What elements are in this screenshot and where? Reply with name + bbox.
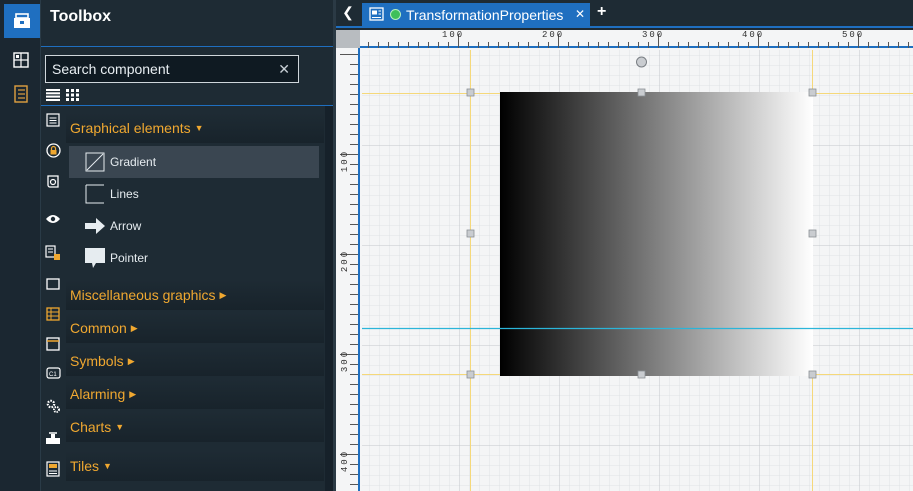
horizontal-ruler: 100 200 300 400 500 xyxy=(358,30,913,48)
search-component-input[interactable] xyxy=(46,56,298,82)
section-graphical-elements[interactable]: Graphical elements ▼ xyxy=(66,113,324,143)
caret-right-icon: ▶ xyxy=(130,323,138,333)
ruler-label: 500 xyxy=(842,30,865,40)
tool-item-arrow[interactable]: Arrow xyxy=(69,210,319,242)
search-box: ✕ xyxy=(45,55,299,83)
toolbox-activity-button[interactable] xyxy=(4,4,40,38)
ruler-label: 200 xyxy=(340,249,351,273)
tool-item-gradient[interactable]: Gradient xyxy=(69,146,319,178)
ruler-label: 300 xyxy=(642,30,665,40)
section-charts[interactable]: Charts ▼ xyxy=(66,412,324,442)
vertical-ruler: 100 200 300 400 xyxy=(336,48,360,491)
resize-handle[interactable] xyxy=(637,88,646,97)
faceplate-icon[interactable] xyxy=(45,245,61,261)
category-icon-rail: C1 xyxy=(41,106,65,491)
list-view-icon[interactable] xyxy=(46,88,60,106)
section-label: Miscellaneous graphics xyxy=(70,287,216,303)
design-surface[interactable] xyxy=(362,50,913,491)
section-label: Alarming xyxy=(70,386,126,402)
section-common[interactable]: Common ▶ xyxy=(66,313,324,343)
library-book-icon xyxy=(14,85,28,103)
eye-icon[interactable] xyxy=(45,211,61,227)
status-dot xyxy=(390,9,401,20)
lines-icon xyxy=(85,184,104,204)
tab-label: TransformationProperties xyxy=(406,7,564,23)
resize-handle[interactable] xyxy=(466,88,475,97)
resize-handle[interactable] xyxy=(637,370,646,379)
gears-icon[interactable] xyxy=(45,398,61,414)
rotate-handle[interactable] xyxy=(636,56,647,68)
resize-handle[interactable] xyxy=(808,370,817,379)
add-tab-icon[interactable]: + xyxy=(597,3,606,21)
ruler-label: 200 xyxy=(542,30,565,40)
ruler-label: 100 xyxy=(340,149,351,173)
grid-view-icon[interactable] xyxy=(66,88,80,106)
ruler-label: 400 xyxy=(340,449,351,473)
caret-right-icon: ▶ xyxy=(219,290,227,300)
section-tiles[interactable]: Tiles ▼ xyxy=(66,451,324,481)
toolbox-scrollbar[interactable] xyxy=(325,106,333,491)
section-label: Charts xyxy=(70,419,112,435)
component-grid-icon xyxy=(13,52,29,68)
resize-handle[interactable] xyxy=(808,229,817,238)
caret-down-icon: ▼ xyxy=(103,461,112,471)
tool-item-label: Gradient xyxy=(110,155,157,169)
tool-item-label: Pointer xyxy=(110,251,149,265)
script-icon[interactable] xyxy=(45,174,61,190)
section-label: Common xyxy=(70,320,127,336)
resize-handle[interactable] xyxy=(466,370,475,379)
resize-handle[interactable] xyxy=(808,88,817,97)
document-icon[interactable] xyxy=(45,112,61,128)
tool-item-label: Lines xyxy=(110,187,139,201)
tile-icon[interactable] xyxy=(45,461,61,477)
tool-item-label: Arrow xyxy=(110,219,142,233)
valve-icon[interactable] xyxy=(45,431,61,447)
caret-down-icon: ▼ xyxy=(194,123,204,133)
panel-icon[interactable] xyxy=(45,336,61,352)
toolbox-divider xyxy=(41,46,334,47)
tab-transformation-properties[interactable]: TransformationProperties ✕ xyxy=(362,3,590,26)
arrow-icon xyxy=(85,218,105,234)
section-symbols[interactable]: Symbols ▶ xyxy=(66,346,324,376)
ruler-label: 300 xyxy=(340,349,351,373)
library-activity-button[interactable] xyxy=(6,80,36,108)
activity-bar xyxy=(0,0,40,491)
ruler-corner xyxy=(336,30,360,48)
section-label: Graphical elements xyxy=(70,120,191,136)
toolbox-title: Toolbox xyxy=(50,8,112,25)
toolbox-panel: Toolbox ✕ xyxy=(40,0,334,491)
tab-bar: ❮ TransformationProperties ✕ + xyxy=(336,0,913,28)
toolbox-icon xyxy=(14,13,30,28)
table-icon[interactable] xyxy=(45,306,61,322)
gradient-object[interactable] xyxy=(500,92,813,376)
close-icon[interactable]: ✕ xyxy=(575,7,585,21)
section-label: Symbols xyxy=(70,353,124,369)
gradient-icon xyxy=(85,152,105,172)
pointer-icon xyxy=(85,248,105,268)
screen-icon xyxy=(369,7,384,21)
toolbox-divider-2 xyxy=(41,105,334,106)
components-activity-button[interactable] xyxy=(6,46,36,74)
caret-right-icon: ▶ xyxy=(129,389,137,399)
app-window: Toolbox ✕ xyxy=(0,0,913,491)
lock-icon[interactable] xyxy=(45,142,61,158)
resize-handle[interactable] xyxy=(466,229,475,238)
window-icon[interactable] xyxy=(45,276,61,292)
ruler-label: 100 xyxy=(442,30,465,40)
caret-right-icon: ▶ xyxy=(127,356,135,366)
design-canvas: 100 200 300 400 500 100 200 300 400 xyxy=(336,30,913,491)
chevron-left-icon[interactable]: ❮ xyxy=(340,4,356,21)
tool-item-lines[interactable]: Lines xyxy=(69,178,319,210)
section-label: Tiles xyxy=(70,458,100,474)
caret-down-icon: ▼ xyxy=(115,422,125,432)
section-miscellaneous-graphics[interactable]: Miscellaneous graphics ▶ xyxy=(66,280,324,310)
svg-text:C1: C1 xyxy=(49,372,57,378)
clear-search-icon[interactable]: ✕ xyxy=(278,61,290,78)
tool-item-pointer[interactable]: Pointer xyxy=(69,242,319,274)
tag-icon[interactable]: C1 xyxy=(45,365,61,381)
ruler-label: 400 xyxy=(742,30,765,40)
section-alarming[interactable]: Alarming ▶ xyxy=(66,379,324,409)
